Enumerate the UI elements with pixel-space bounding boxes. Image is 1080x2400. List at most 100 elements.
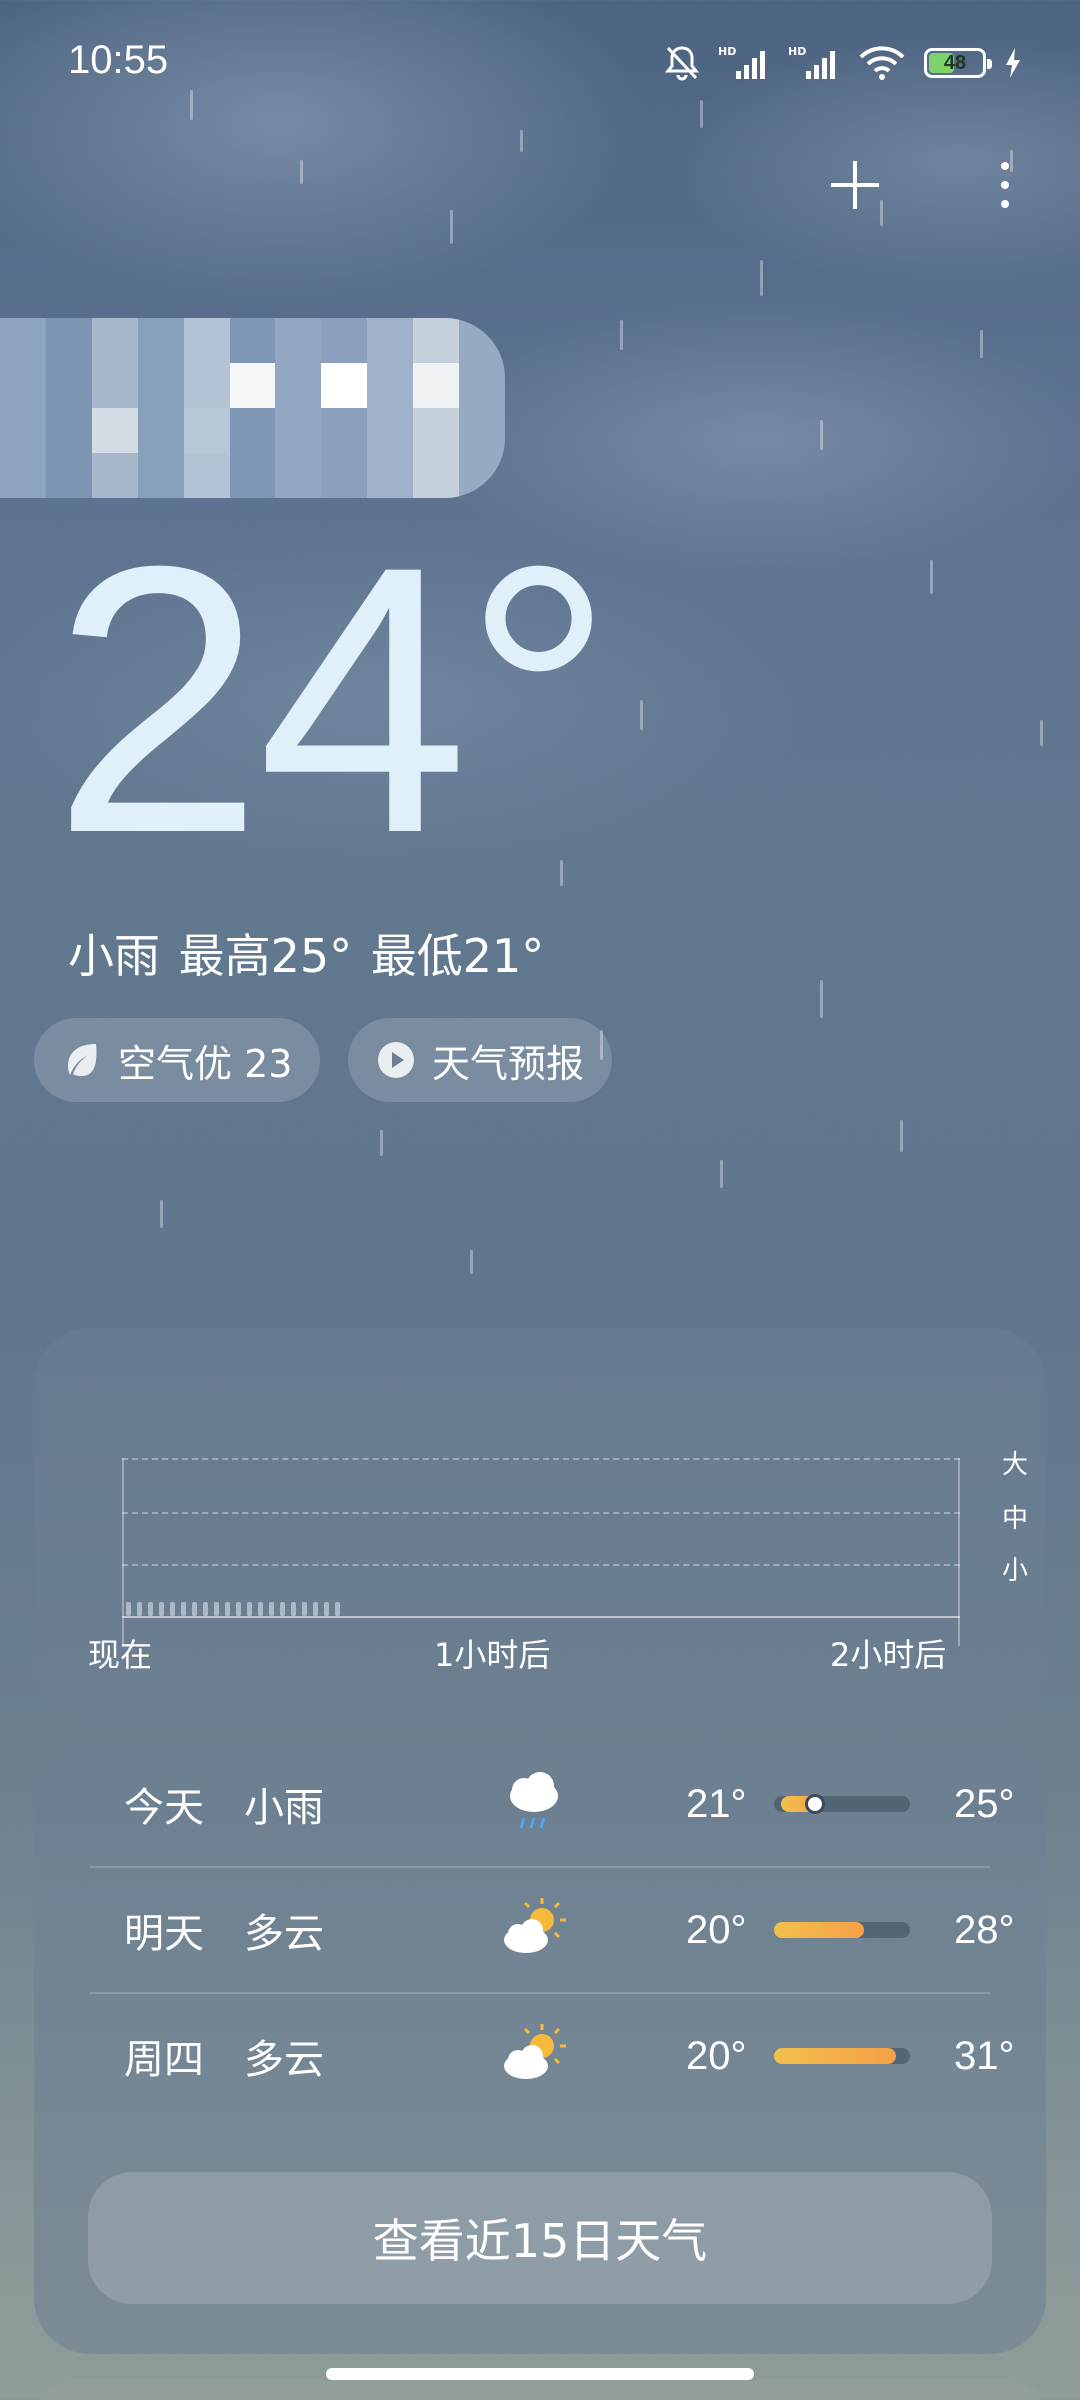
signal-hd-icon: HD bbox=[718, 45, 770, 81]
precipitation-bar bbox=[225, 1602, 230, 1616]
blur-pixel bbox=[321, 408, 368, 453]
forecast-day: 明天 bbox=[124, 1911, 204, 1957]
battery-indicator: 48 bbox=[924, 48, 992, 78]
forecast-row-thursday[interactable]: 周四 多云 20° 31° bbox=[90, 1994, 1015, 2118]
precipitation-bar bbox=[203, 1602, 208, 1616]
daily-forecast-card: 今天 小雨 21° 25° 明天 多云 20° 28° 周四 多云 20° 31… bbox=[34, 1742, 1046, 2354]
blur-pixel bbox=[137, 408, 184, 453]
blur-pixel bbox=[459, 408, 505, 453]
precipitation-bar bbox=[269, 1602, 274, 1616]
precipitation-bar bbox=[214, 1602, 219, 1616]
blur-pixel bbox=[45, 318, 92, 363]
rain-drop bbox=[1040, 720, 1043, 746]
blur-pixel bbox=[413, 363, 460, 408]
current-temp-marker bbox=[804, 1794, 825, 1814]
precipitation-bar bbox=[170, 1602, 175, 1616]
blur-pixel bbox=[413, 318, 460, 363]
blur-pixel bbox=[0, 453, 46, 498]
precipitation-bar bbox=[181, 1602, 186, 1616]
rain-drop bbox=[450, 210, 453, 244]
temperature-range-fill bbox=[774, 1922, 864, 1938]
play-icon bbox=[378, 1042, 414, 1078]
add-city-button[interactable] bbox=[820, 150, 890, 220]
precipitation-bar bbox=[137, 1602, 142, 1616]
battery-level: 48 bbox=[943, 51, 967, 74]
air-quality-pill[interactable]: 空气优 23 bbox=[34, 1018, 321, 1102]
forecast-row-tomorrow[interactable]: 明天 多云 20° 28° bbox=[90, 1868, 1015, 1992]
more-vertical-icon bbox=[1001, 162, 1009, 208]
location-name-redacted[interactable] bbox=[0, 318, 505, 498]
time-label-1h: 1小时后 bbox=[434, 1636, 551, 1674]
chart-gridline-light bbox=[122, 1564, 960, 1566]
precipitation-bars bbox=[126, 1602, 340, 1616]
rain-drop bbox=[520, 130, 523, 152]
weather-summary: 小雨 最高25° 最低21° bbox=[68, 929, 545, 983]
precipitation-bar bbox=[192, 1602, 197, 1616]
blur-pixel bbox=[137, 363, 184, 408]
view-15-day-button[interactable]: 查看近15日天气 bbox=[88, 2172, 992, 2304]
time-label-now: 现在 bbox=[88, 1636, 153, 1674]
forecast-day: 周四 bbox=[124, 2037, 204, 2083]
home-indicator[interactable] bbox=[326, 2368, 754, 2380]
partly-cloudy-icon bbox=[504, 2024, 566, 2079]
forecast-high: 31° bbox=[954, 2033, 1015, 2078]
blur-pixel bbox=[321, 318, 368, 363]
blur-pixel bbox=[183, 363, 230, 408]
blur-pixel bbox=[0, 408, 46, 453]
forecast-low: 20° bbox=[686, 2033, 747, 2078]
rain-drop bbox=[300, 160, 303, 184]
more-menu-button[interactable] bbox=[970, 150, 1040, 220]
forecast-row-today[interactable]: 今天 小雨 21° 25° bbox=[90, 1742, 1015, 1866]
blur-pixel bbox=[275, 408, 322, 453]
weather-forecast-video-pill[interactable]: 天气预报 bbox=[348, 1018, 613, 1102]
blur-pixel bbox=[275, 363, 322, 408]
level-moderate: 中 bbox=[1001, 1504, 1028, 1534]
chart-gridline-heavy bbox=[122, 1458, 960, 1460]
next-card-peek bbox=[34, 2378, 1046, 2400]
precipitation-bar bbox=[302, 1602, 307, 1616]
temperature-range-bar bbox=[774, 2048, 910, 2064]
blur-pixel bbox=[45, 408, 92, 453]
forecast-low: 21° bbox=[686, 1781, 747, 1826]
precipitation-bar bbox=[313, 1602, 318, 1616]
blur-pixel bbox=[321, 363, 368, 408]
forecast-condition: 小雨 bbox=[244, 1785, 324, 1831]
blur-pixel bbox=[183, 318, 230, 363]
rain-drop bbox=[470, 1250, 473, 1274]
bell-muted-icon bbox=[664, 44, 700, 82]
blur-pixel bbox=[459, 363, 505, 408]
charging-icon bbox=[1004, 47, 1022, 79]
blur-pixel bbox=[459, 318, 505, 363]
partly-cloudy-icon bbox=[504, 1898, 566, 1953]
precipitation-bar bbox=[324, 1602, 329, 1616]
forecast-high: 28° bbox=[954, 1907, 1015, 1952]
precipitation-bar bbox=[126, 1602, 131, 1616]
top-actions bbox=[820, 150, 1040, 220]
rain-cloud-icon bbox=[510, 1772, 558, 1829]
leaf-icon bbox=[68, 1044, 97, 1076]
blur-pixel bbox=[137, 318, 184, 363]
wifi-icon bbox=[858, 45, 906, 81]
rain-drop bbox=[980, 330, 983, 358]
status-bar: 10:55 HD HD 48 bbox=[0, 0, 1080, 130]
temperature-range-fill bbox=[774, 2048, 897, 2064]
blur-pixel bbox=[91, 363, 138, 408]
blur-pixel bbox=[367, 318, 414, 363]
precipitation-bar bbox=[258, 1602, 263, 1616]
blur-pixel bbox=[413, 408, 460, 453]
level-heavy: 大 bbox=[1001, 1450, 1028, 1480]
rain-drop bbox=[640, 700, 643, 730]
blur-pixel bbox=[0, 363, 46, 408]
status-time: 10:55 bbox=[68, 38, 169, 82]
time-label-2h: 2小时后 bbox=[830, 1636, 947, 1674]
chart-baseline bbox=[122, 1616, 960, 1618]
rain-drop bbox=[620, 320, 623, 350]
rain-drop bbox=[760, 260, 763, 296]
status-icons: HD HD 48 bbox=[664, 44, 1022, 82]
svg-text:HD: HD bbox=[718, 45, 736, 58]
blur-pixel bbox=[367, 363, 414, 408]
rain-drop bbox=[720, 1160, 723, 1188]
forecast-low: 20° bbox=[686, 1907, 747, 1952]
weather-forecast-label: 天气预报 bbox=[432, 1041, 585, 1086]
rain-drop bbox=[900, 1120, 903, 1152]
